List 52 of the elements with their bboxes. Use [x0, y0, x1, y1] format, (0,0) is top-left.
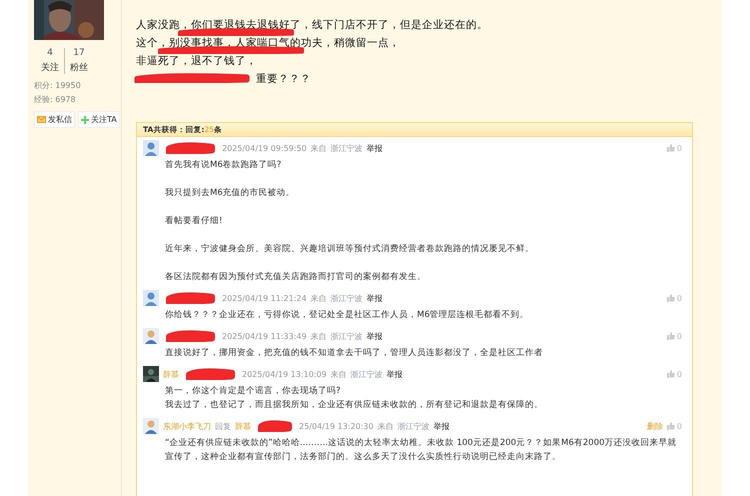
timestamp: 2025/04/19 09:59:50: [222, 144, 307, 152]
thumbs-up-icon[interactable]: [666, 370, 675, 378]
plus-icon: [81, 116, 89, 124]
comment-text: 看帖要看仔细!: [165, 215, 224, 228]
report-link[interactable]: 举报: [366, 330, 383, 342]
thumbs-up-icon[interactable]: [666, 144, 675, 152]
like-count: 0: [676, 144, 682, 152]
report-link[interactable]: 举报: [366, 142, 383, 154]
comment-text: 首先我有说M6卷款跑路了吗?: [165, 159, 282, 172]
followers-label: 粉丝: [70, 62, 88, 74]
post-text: 非逼死了，退不了钱了，: [136, 54, 257, 68]
source-label: 来自: [310, 292, 327, 304]
follow-button[interactable]: 关注TA: [78, 111, 120, 128]
comment-text: “企业还有供应链未收款的”哈哈哈……….这话说的太轻率太幼稚。未收款 100元还是200元？？如果M6有2000万还没收回来早就宣传了，这种企业都有宣传部门，法务部门的。这么多天了没什么实质性行动说明已经走向末路了。: [165, 436, 678, 464]
comment-text: 你给钱？？？企业还在，亏得你说，登记处全是社区工作人员，M6管理层连根毛都看不到。: [165, 309, 530, 322]
like-count: 0: [676, 422, 682, 430]
report-link[interactable]: 举报: [366, 292, 383, 304]
following-count[interactable]: 4: [47, 48, 53, 58]
comment-text: 直接说好了，挪用资金，把充值的钱不知道拿去干吗了，管理人员连影都没了，全是社区工作者: [165, 346, 544, 360]
avatar[interactable]: [143, 290, 159, 306]
source-label: 来自: [330, 368, 347, 380]
thumbs-up-icon[interactable]: [666, 332, 675, 340]
message-button[interactable]: 发私信: [34, 111, 75, 128]
experience-text: 经验: 6978: [34, 94, 76, 105]
avatar[interactable]: [143, 418, 159, 434]
following-label: 关注: [41, 62, 59, 74]
report-link[interactable]: 举报: [433, 420, 450, 432]
comment-text: 我只提到去M6充值的市民被动。: [165, 186, 296, 200]
envelope-icon: [37, 116, 46, 123]
comment-text: 各区法院都有因为预付式充值关店跑路而打官司的案例都有发生。: [165, 270, 427, 284]
points-text: 积分: 19950: [34, 80, 81, 91]
timestamp: 2025/04/19 11:33:49: [222, 332, 307, 340]
comment-text: 第一，你这个肯定是个谣言，你去现场了吗?: [165, 384, 342, 398]
like-count: 0: [676, 294, 682, 302]
like-count: 0: [676, 370, 682, 378]
timestamp: 2025/04/19 13:10:09: [242, 370, 327, 378]
thumbs-up-icon[interactable]: [666, 422, 675, 430]
timestamp: 25/04/19 13:20:30: [299, 422, 374, 430]
avatar[interactable]: [143, 328, 159, 344]
like-count: 0: [676, 332, 682, 340]
source-label: 来自: [310, 142, 327, 154]
source-label: 来自: [310, 330, 327, 342]
comment-text: 我去过了，也登记了，而且据我所知，企业还有供应链未收款的，所有登记和退款是有保障的。: [165, 398, 544, 412]
report-link[interactable]: 举报: [386, 368, 403, 380]
timestamp: 2025/04/19 11:21:24: [222, 294, 307, 302]
avatar[interactable]: [143, 140, 159, 156]
post-text: 重要？？？: [256, 72, 311, 86]
source-label: 来自: [377, 420, 394, 432]
thumbs-up-icon[interactable]: [666, 294, 675, 302]
reply-label: 回复: [215, 420, 231, 432]
comment-text: 近年来，宁波健身会所、美容院、兴趣培训班等预付式消费经营者卷款跑路的情况屡见不鲜。: [165, 242, 535, 256]
followers-count[interactable]: 17: [73, 48, 85, 58]
